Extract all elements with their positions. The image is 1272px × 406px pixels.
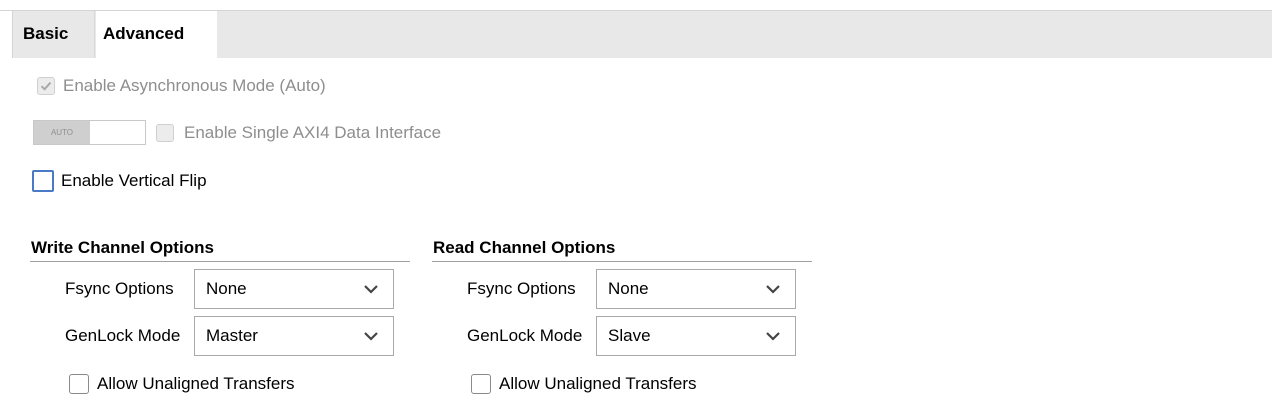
vertical-flip-checkbox[interactable] [32, 170, 54, 192]
write-genlock-label: GenLock Mode [65, 326, 181, 345]
write-unaligned-checkbox[interactable] [69, 374, 89, 394]
read-fsync-label: Fsync Options [467, 279, 576, 298]
chevron-down-icon [364, 332, 378, 341]
read-unaligned-option: Allow Unaligned Transfers [471, 374, 696, 394]
vertical-flip-option: Enable Vertical Flip [32, 170, 207, 192]
write-fsync-select[interactable]: None [194, 269, 394, 309]
write-unaligned-label: Allow Unaligned Transfers [97, 374, 295, 393]
read-fsync-value: None [608, 279, 649, 298]
async-mode-checkbox[interactable] [37, 77, 55, 95]
read-channel-title: Read Channel Options [433, 238, 616, 257]
single-axi4-label: Enable Single AXI4 Data Interface [184, 123, 442, 142]
tab-advanced[interactable]: Advanced [96, 11, 217, 58]
write-fsync-value: None [206, 279, 247, 298]
async-mode-option: Enable Asynchronous Mode (Auto) [37, 76, 326, 96]
check-icon [40, 81, 52, 91]
chevron-down-icon [364, 285, 378, 294]
write-unaligned-option: Allow Unaligned Transfers [69, 374, 294, 394]
read-unaligned-checkbox[interactable] [471, 374, 491, 394]
read-genlock-label: GenLock Mode [467, 326, 583, 345]
read-unaligned-label: Allow Unaligned Transfers [499, 374, 697, 393]
write-genlock-select[interactable]: Master [194, 316, 394, 356]
tab-basic[interactable]: Basic [13, 11, 95, 58]
write-channel-title: Write Channel Options [31, 238, 214, 257]
chevron-down-icon [766, 285, 780, 294]
chevron-down-icon [766, 332, 780, 341]
write-genlock-value: Master [206, 326, 258, 345]
vertical-flip-label: Enable Vertical Flip [61, 171, 207, 190]
single-axi4-checkbox[interactable] [156, 124, 174, 142]
auto-toggle-label: AUTO [34, 121, 90, 144]
single-axi4-option: Enable Single AXI4 Data Interface [156, 123, 441, 143]
async-mode-label: Enable Asynchronous Mode (Auto) [63, 76, 326, 95]
read-channel-divider [432, 261, 812, 262]
write-channel-divider [30, 261, 410, 262]
write-fsync-label: Fsync Options [65, 279, 174, 298]
tab-bar: Basic Advanced [12, 11, 1272, 58]
read-genlock-select[interactable]: Slave [596, 316, 796, 356]
auto-toggle[interactable]: AUTO [33, 120, 146, 145]
read-genlock-value: Slave [608, 326, 651, 345]
read-fsync-select[interactable]: None [596, 269, 796, 309]
